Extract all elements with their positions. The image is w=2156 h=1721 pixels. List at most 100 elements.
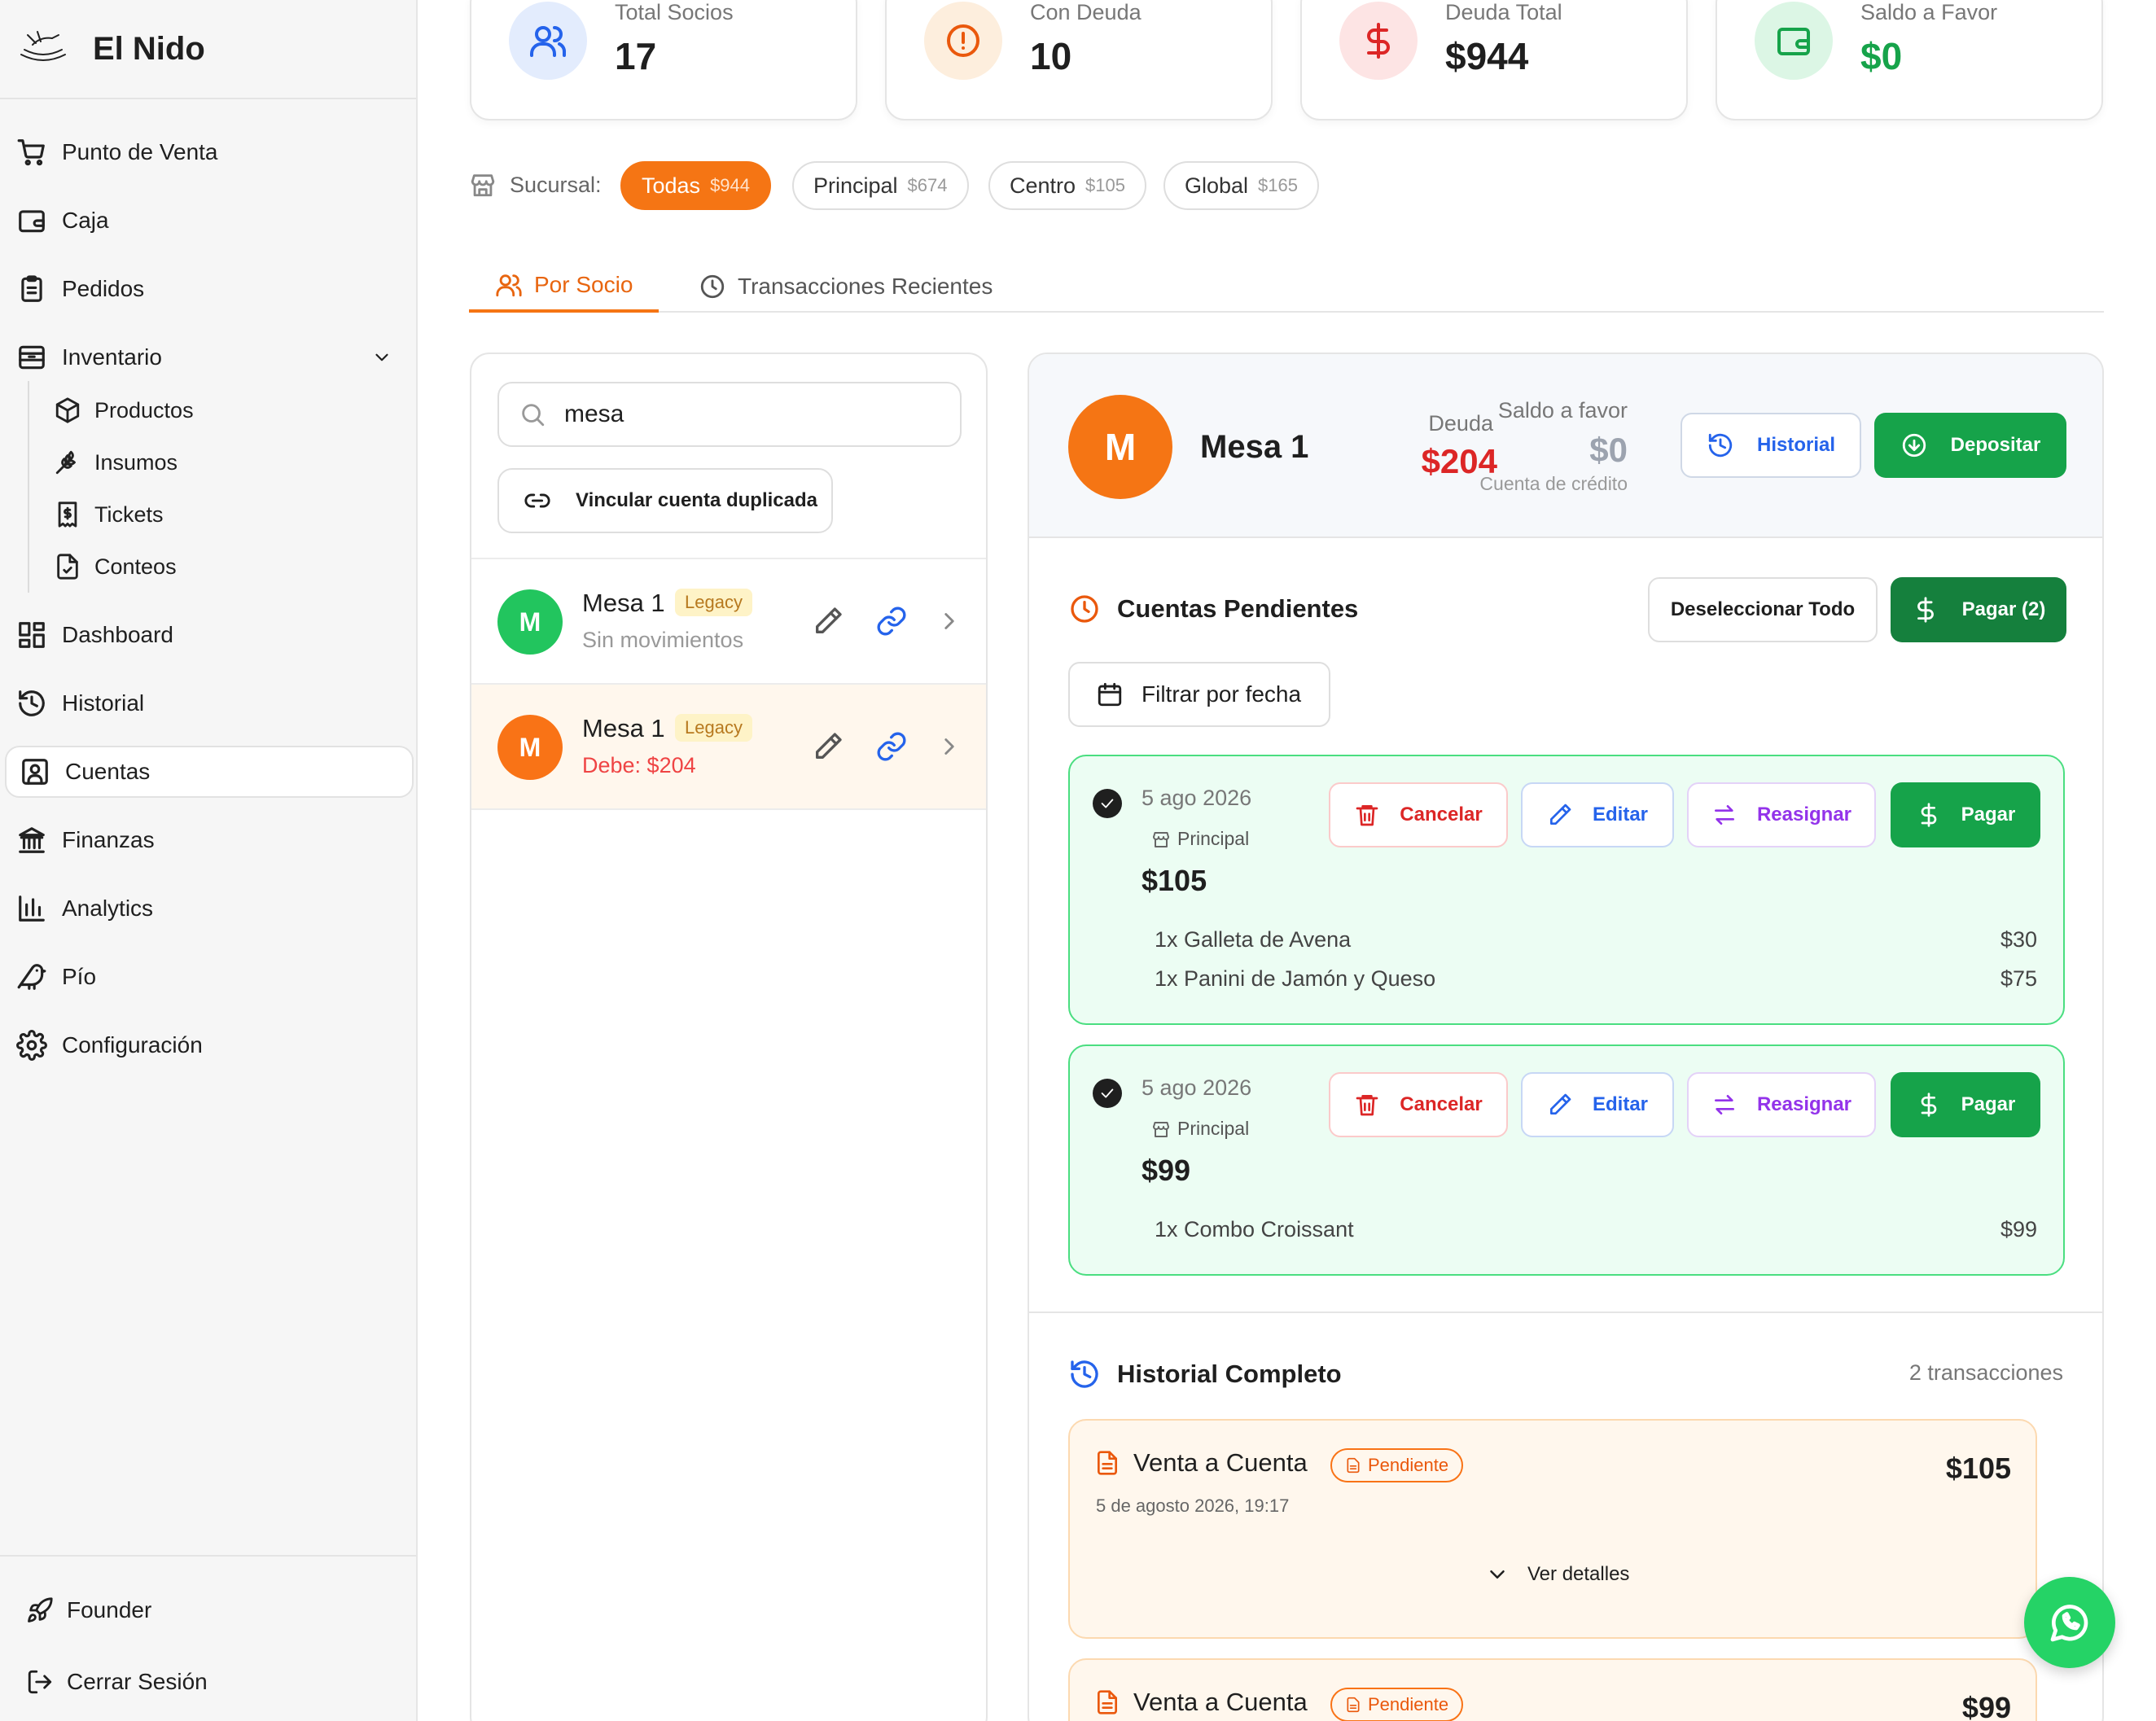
- whatsapp-button[interactable]: [2024, 1577, 2115, 1668]
- gear-icon: [16, 1030, 47, 1061]
- socio-row[interactable]: M Mesa 1 Legacy Sin movimientos: [471, 558, 986, 683]
- history-transaction-card[interactable]: Venta a Cuenta Pendiente $99: [1068, 1658, 2037, 1721]
- selected-checkbox[interactable]: [1093, 789, 1122, 818]
- branch-tag: Principal: [1140, 825, 1260, 853]
- nav-productos[interactable]: Productos: [54, 388, 194, 433]
- socio-detail-panel: M Mesa 1 Deuda $204 Saldo a favor $0 Cue…: [1028, 353, 2104, 1721]
- saldo-subtext: Cuenta de crédito: [1479, 473, 1628, 494]
- logout-button[interactable]: Cerrar Sesión: [26, 1658, 208, 1706]
- search-icon: [522, 404, 545, 427]
- search-input[interactable]: mesa: [497, 382, 962, 447]
- pending-date: 5 ago 2026: [1142, 1075, 1252, 1100]
- nav-label: Finanzas: [62, 827, 155, 852]
- user-square-icon: [22, 759, 48, 785]
- filter-date-button[interactable]: Filtrar por fecha: [1068, 662, 1330, 727]
- alert-circle-icon: [947, 24, 979, 57]
- pay-button[interactable]: Pagar: [1891, 1072, 2040, 1137]
- nav-label: Productos: [94, 397, 194, 423]
- avatar: M: [1068, 395, 1172, 499]
- link-icon[interactable]: [875, 730, 908, 763]
- nav-pio[interactable]: Pío: [0, 951, 415, 1003]
- transaction-amount: $99: [1961, 1691, 2011, 1721]
- avatar: M: [497, 589, 563, 655]
- tab-bar: Por Socio Transacciones Recientes: [469, 261, 2104, 313]
- nav-label: Configuración: [62, 1032, 203, 1058]
- historial-button[interactable]: Historial: [1681, 413, 1861, 478]
- socio-row[interactable]: M Mesa 1 Legacy Debe: $204: [471, 683, 986, 808]
- nav-label: Historial: [62, 690, 145, 716]
- sucursal-chip-principal[interactable]: Principal $674: [792, 161, 969, 210]
- legacy-badge: Legacy: [675, 714, 752, 742]
- nav-historial[interactable]: Historial: [0, 677, 415, 729]
- reassign-button[interactable]: Reasignar: [1687, 1072, 1876, 1137]
- brand[interactable]: El Nido: [0, 0, 416, 99]
- sidebar-footer: Founder Cerrar Sesión: [0, 1555, 416, 1721]
- view-details-toggle[interactable]: Ver detalles: [1485, 1562, 1629, 1587]
- nav-dashboard[interactable]: Dashboard: [0, 609, 415, 661]
- pending-amount: $105: [1142, 864, 1207, 897]
- nav-pedidos[interactable]: Pedidos: [0, 263, 415, 315]
- stat-label: Total Socios: [615, 0, 734, 24]
- chevron-right-icon[interactable]: [936, 733, 963, 760]
- founder-link[interactable]: Founder: [26, 1586, 151, 1635]
- pencil-icon[interactable]: [812, 730, 844, 763]
- history-icon: [19, 690, 45, 716]
- box-icon: [55, 397, 80, 423]
- deselect-all-button[interactable]: Deseleccionar Todo: [1648, 577, 1878, 642]
- depositar-button[interactable]: Depositar: [1874, 413, 2066, 478]
- wallet-icon: [1777, 28, 1810, 55]
- bank-icon: [19, 827, 45, 853]
- logout-icon: [28, 1670, 52, 1694]
- tab-transacciones-recientes[interactable]: Transacciones Recientes: [699, 261, 993, 313]
- nav-label: Pedidos: [62, 276, 145, 301]
- socio-name: Mesa 1: [582, 714, 665, 742]
- stat-label: Saldo a Favor: [1860, 0, 1998, 24]
- pay-button[interactable]: Pagar: [1891, 782, 2040, 847]
- nav-configuracion[interactable]: Configuración: [0, 1019, 415, 1071]
- stat-value: 10: [1030, 35, 1072, 77]
- link-icon[interactable]: [875, 605, 908, 637]
- transaction-datetime: 5 de agosto 2026, 19:17: [1096, 1495, 1290, 1516]
- nav-finanzas[interactable]: Finanzas: [0, 814, 415, 866]
- wallet-icon: [19, 210, 45, 233]
- pencil-icon[interactable]: [812, 605, 844, 637]
- reassign-button[interactable]: Reasignar: [1687, 782, 1876, 847]
- nav-caja[interactable]: Caja: [0, 195, 415, 247]
- nav-cuentas[interactable]: Cuentas: [5, 746, 414, 798]
- status-badge: Pendiente: [1330, 1448, 1464, 1482]
- pending-account-card[interactable]: 5 ago 2026 Principal $99 Cancelar Editar…: [1068, 1044, 2065, 1276]
- line-item: 1x Galleta de Avena: [1155, 927, 1352, 952]
- nav-label: Inventario: [62, 344, 162, 370]
- pending-account-card[interactable]: 5 ago 2026 Principal $105 Cancelar Edita…: [1068, 755, 2065, 1025]
- history-transaction-card[interactable]: Venta a Cuenta Pendiente $105 5 de agost…: [1068, 1419, 2037, 1639]
- pay-selected-button[interactable]: Pagar (2): [1891, 577, 2066, 642]
- dollar-icon: [1921, 1093, 1936, 1117]
- history-count: 2 transacciones: [1908, 1360, 2063, 1385]
- tab-por-socio[interactable]: Por Socio: [469, 261, 660, 313]
- nav-tickets[interactable]: Tickets: [54, 492, 164, 537]
- dollar-icon: [1367, 23, 1390, 59]
- sucursal-chip-todas[interactable]: Todas $944: [620, 161, 772, 210]
- cancel-button[interactable]: Cancelar: [1329, 1072, 1508, 1137]
- nav-insumos[interactable]: Insumos: [54, 440, 177, 485]
- nav-analytics[interactable]: Analytics: [0, 882, 415, 935]
- status-badge: Pendiente: [1330, 1688, 1464, 1721]
- chevron-right-icon[interactable]: [936, 607, 963, 635]
- selected-checkbox[interactable]: [1093, 1079, 1122, 1108]
- trash-icon: [1356, 1095, 1378, 1116]
- chevron-down-icon[interactable]: [371, 347, 392, 368]
- sucursal-chip-centro[interactable]: Centro $105: [988, 161, 1146, 210]
- nav-punto-de-venta[interactable]: Punto de Venta: [0, 126, 415, 178]
- whatsapp-icon: [2050, 1605, 2088, 1642]
- edit-button[interactable]: Editar: [1521, 782, 1674, 847]
- pencil-icon: [1549, 1093, 1571, 1114]
- sucursal-chip-global[interactable]: Global $165: [1163, 161, 1319, 210]
- edit-button[interactable]: Editar: [1521, 1072, 1674, 1137]
- nav-inventario[interactable]: Inventario: [0, 331, 415, 383]
- link-duplicate-account-button[interactable]: Vincular cuenta duplicada: [497, 468, 833, 533]
- dashboard-icon: [19, 622, 45, 648]
- cancel-button[interactable]: Cancelar: [1329, 782, 1508, 847]
- nav-conteos[interactable]: Conteos: [54, 544, 177, 589]
- search-value: mesa: [564, 401, 624, 427]
- socio-status: Debe: $204: [582, 753, 696, 777]
